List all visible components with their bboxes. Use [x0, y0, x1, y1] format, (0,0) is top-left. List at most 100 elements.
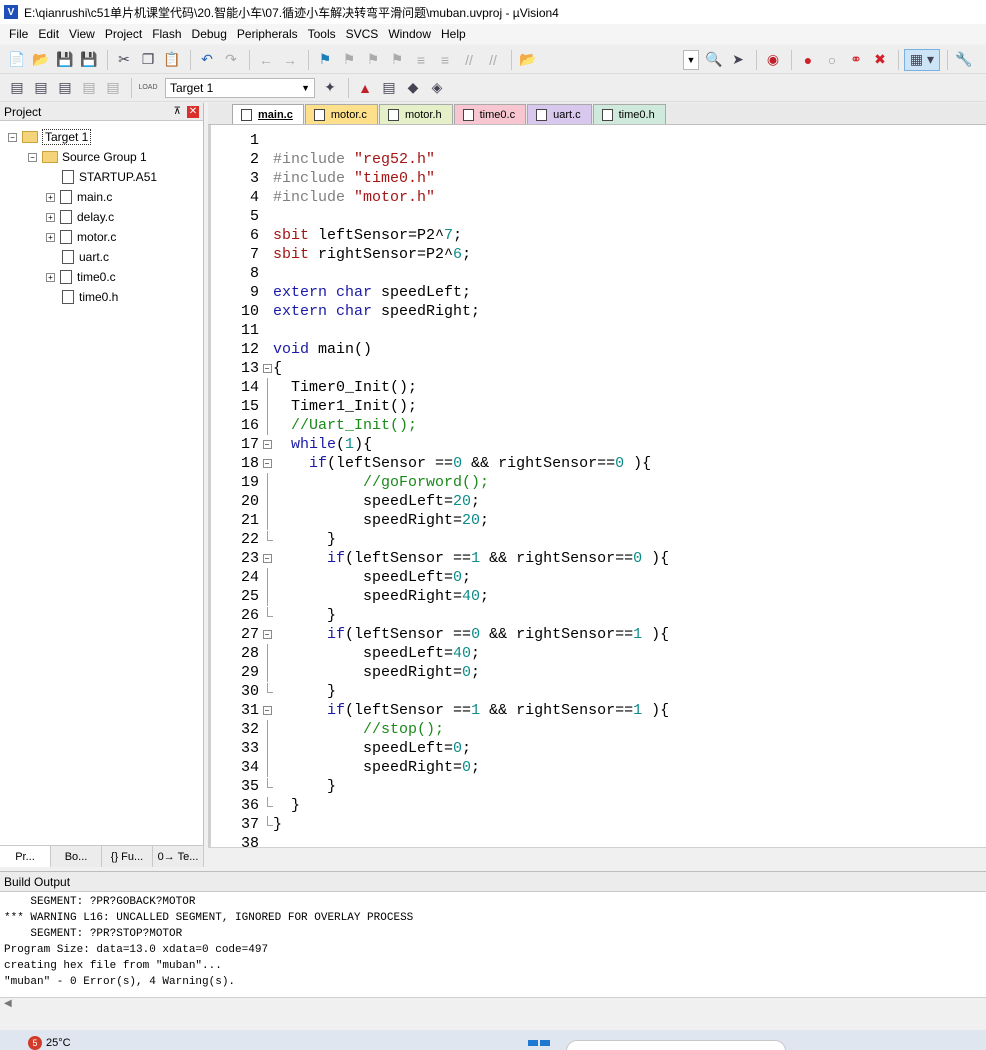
- menu-window[interactable]: Window: [383, 24, 436, 44]
- find-in-files-icon[interactable]: 📂: [517, 49, 539, 71]
- expand-icon[interactable]: +: [46, 272, 55, 282]
- cut-icon[interactable]: ✂: [113, 49, 135, 71]
- tab-project[interactable]: Pr...: [0, 846, 51, 867]
- code-line[interactable]: #include "time0.h": [273, 169, 669, 188]
- multi-project-icon[interactable]: ▤: [378, 77, 400, 99]
- build-output-text[interactable]: SEGMENT: ?PR?GOBACK?MOTOR *** WARNING L1…: [0, 892, 986, 992]
- code-line[interactable]: }: [273, 682, 669, 701]
- code-line[interactable]: //stop();: [273, 720, 669, 739]
- rebuild-icon[interactable]: ▤: [54, 77, 76, 99]
- expand-icon[interactable]: +: [46, 232, 55, 242]
- clear-bookmarks-icon[interactable]: ⚑: [386, 49, 408, 71]
- code-line[interactable]: if(leftSensor ==0 && rightSensor==1 ){: [273, 625, 669, 644]
- tab-main-c[interactable]: main.c: [232, 104, 304, 124]
- tab-time0-h[interactable]: time0.h: [592, 104, 666, 124]
- new-file-icon[interactable]: 📄: [6, 49, 28, 71]
- weather-widget[interactable]: 5 25°C: [28, 1036, 71, 1050]
- code-line[interactable]: extern char speedLeft;: [273, 283, 669, 302]
- insert-breakpoint-icon[interactable]: ●: [797, 49, 819, 71]
- tab-time0-c[interactable]: time0.c: [453, 104, 527, 124]
- fold-collapse-icon[interactable]: −: [261, 454, 273, 473]
- tree-file-main[interactable]: + main.c: [0, 187, 203, 207]
- open-file-icon[interactable]: 📂: [30, 49, 52, 71]
- fold-collapse-icon[interactable]: −: [261, 435, 273, 454]
- code-line[interactable]: speedRight=40;: [273, 587, 669, 606]
- stop-build-icon[interactable]: ▤: [102, 77, 124, 99]
- uncomment-icon[interactable]: //: [482, 49, 504, 71]
- load-icon[interactable]: LOAD: [137, 77, 159, 99]
- code-text-area[interactable]: 1 2 3 4 5 6 7 8 9 10 11 12 13 14 15 16 17 18 19 20 21 22 23 24 2…: [208, 125, 986, 847]
- code-line[interactable]: //Uart_Init();: [273, 416, 669, 435]
- enable-breakpoint-icon[interactable]: ○: [821, 49, 843, 71]
- code-line[interactable]: }: [273, 796, 669, 815]
- code-line[interactable]: Timer1_Init();: [273, 397, 669, 416]
- tree-target[interactable]: − Target 1: [0, 127, 203, 147]
- code-line[interactable]: [273, 131, 669, 150]
- editor-horizontal-scrollbar[interactable]: [208, 847, 986, 867]
- disable-breakpoints-icon[interactable]: ⚭: [845, 49, 867, 71]
- target-options-icon[interactable]: ✦: [319, 77, 341, 99]
- code-line[interactable]: }: [273, 606, 669, 625]
- code-line[interactable]: speedLeft=0;: [273, 568, 669, 587]
- code-line[interactable]: speedLeft=40;: [273, 644, 669, 663]
- tree-file-startup[interactable]: STARTUP.A51: [0, 167, 203, 187]
- code-line[interactable]: [273, 321, 669, 340]
- target-select[interactable]: Target 1 ▼: [165, 77, 315, 98]
- code-line[interactable]: void main(): [273, 340, 669, 359]
- tree-file-delay[interactable]: + delay.c: [0, 207, 203, 227]
- kill-breakpoints-icon[interactable]: ✖: [869, 49, 891, 71]
- debug-session-icon[interactable]: ◉: [762, 49, 784, 71]
- code-line[interactable]: [273, 207, 669, 226]
- pin-icon[interactable]: ⊼: [174, 106, 181, 117]
- menu-view[interactable]: View: [64, 24, 100, 44]
- code-line[interactable]: }: [273, 530, 669, 549]
- code-line[interactable]: }: [273, 815, 669, 834]
- code-line[interactable]: speedLeft=0;: [273, 739, 669, 758]
- collapse-icon[interactable]: −: [28, 152, 37, 162]
- paste-icon[interactable]: 📋: [161, 49, 183, 71]
- indent-icon[interactable]: ≡: [410, 49, 432, 71]
- redo-icon[interactable]: ↷: [220, 49, 242, 71]
- comment-icon[interactable]: //: [458, 49, 480, 71]
- window-layout-icon[interactable]: ▦ ▾: [904, 48, 940, 71]
- save-icon[interactable]: 💾: [54, 49, 76, 71]
- save-all-icon[interactable]: 💾: [78, 49, 100, 71]
- menu-svcs[interactable]: SVCS: [341, 24, 384, 44]
- prev-bookmark-icon[interactable]: ⚑: [338, 49, 360, 71]
- tab-functions[interactable]: {} Fu...: [102, 846, 153, 867]
- code-line[interactable]: speedLeft=20;: [273, 492, 669, 511]
- code-line[interactable]: sbit leftSensor=P2^7;: [273, 226, 669, 245]
- tree-file-motor[interactable]: + motor.c: [0, 227, 203, 247]
- tree-file-uart[interactable]: uart.c: [0, 247, 203, 267]
- menu-file[interactable]: File: [4, 24, 33, 44]
- code-line[interactable]: extern char speedRight;: [273, 302, 669, 321]
- menu-tools[interactable]: Tools: [303, 24, 341, 44]
- code-line[interactable]: while(1){: [273, 435, 669, 454]
- build-icon[interactable]: ▤: [30, 77, 52, 99]
- expand-icon[interactable]: +: [46, 192, 55, 202]
- fold-collapse-icon[interactable]: −: [261, 625, 273, 644]
- copy-icon[interactable]: ❐: [137, 49, 159, 71]
- batch-build-icon[interactable]: ▤: [78, 77, 100, 99]
- fold-collapse-icon[interactable]: −: [261, 701, 273, 720]
- manage-components-icon[interactable]: ▲: [354, 77, 376, 99]
- menu-project[interactable]: Project: [100, 24, 147, 44]
- menu-peripherals[interactable]: Peripherals: [232, 24, 303, 44]
- tree-file-time0c[interactable]: + time0.c: [0, 267, 203, 287]
- tab-books[interactable]: Bo...: [51, 846, 102, 867]
- code-line[interactable]: //goForword();: [273, 473, 669, 492]
- next-bookmark-icon[interactable]: ⚑: [362, 49, 384, 71]
- tree-file-time0h[interactable]: time0.h: [0, 287, 203, 307]
- collapse-icon[interactable]: −: [8, 132, 17, 142]
- taskbar-search-box[interactable]: [566, 1040, 786, 1050]
- code-line[interactable]: speedRight=0;: [273, 663, 669, 682]
- configure-icon[interactable]: 🔧: [953, 49, 975, 71]
- code-line[interactable]: {: [273, 359, 669, 378]
- expand-icon[interactable]: +: [46, 212, 55, 222]
- code-line[interactable]: #include "motor.h": [273, 188, 669, 207]
- menu-flash[interactable]: Flash: [147, 24, 186, 44]
- find-icon[interactable]: 🔍: [703, 49, 725, 71]
- code-line[interactable]: #include "reg52.h": [273, 150, 669, 169]
- nav-forward-icon[interactable]: →: [279, 49, 301, 71]
- code-line[interactable]: if(leftSensor ==1 && rightSensor==0 ){: [273, 549, 669, 568]
